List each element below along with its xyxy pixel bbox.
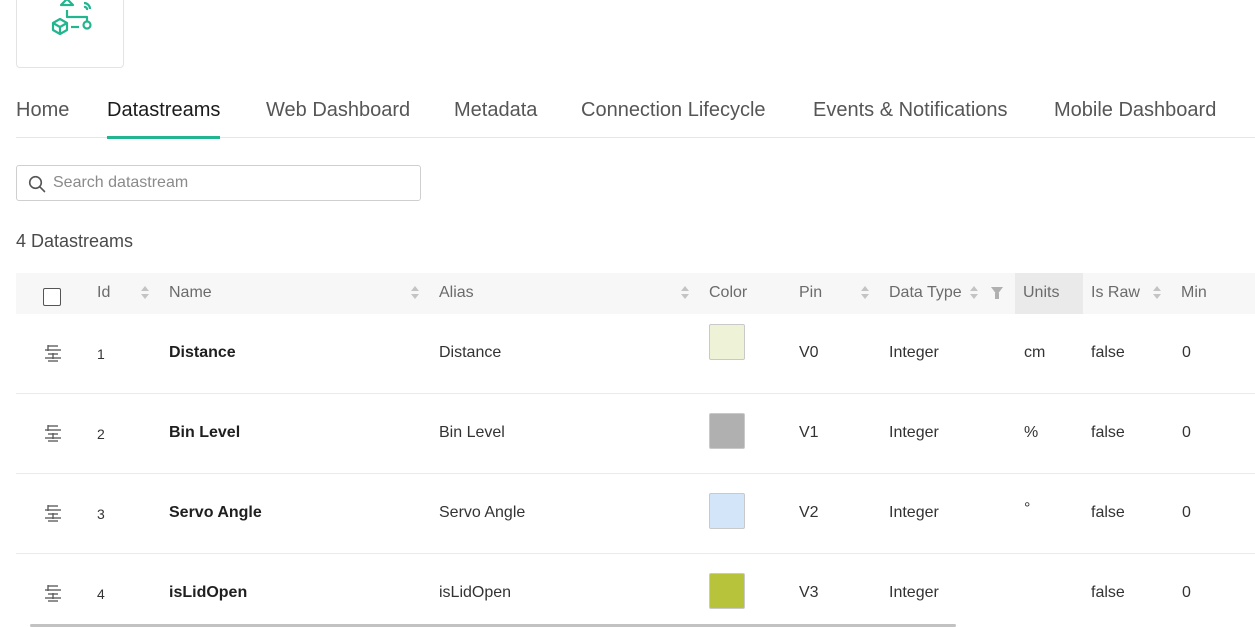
column-header-data-type[interactable]: Data Type	[889, 284, 962, 302]
tab-datastreams[interactable]: Datastreams	[107, 96, 221, 139]
template-logo	[16, 0, 124, 68]
sort-icon[interactable]	[970, 285, 978, 301]
tab-web-dashboard[interactable]: Web Dashboard	[266, 96, 410, 138]
cell-is-raw: false	[1091, 424, 1125, 441]
color-swatch[interactable]	[709, 493, 745, 529]
cell-units: %	[1024, 424, 1039, 441]
tab-mobile-dashboard[interactable]: Mobile Dashboard	[1054, 96, 1216, 138]
cell-pin: V2	[799, 504, 819, 521]
cell-min: 0	[1182, 504, 1191, 521]
cell-data-type: Integer	[889, 424, 939, 441]
cell-id: 1	[97, 346, 105, 362]
cell-name[interactable]: Bin Level	[169, 424, 240, 442]
cell-is-raw: false	[1091, 344, 1125, 361]
cell-min: 0	[1182, 584, 1191, 601]
cell-units: °	[1024, 500, 1031, 517]
sort-icon[interactable]	[861, 285, 869, 301]
drag-handle-icon[interactable]	[44, 344, 62, 362]
tab-home[interactable]: Home	[16, 96, 69, 138]
sort-icon[interactable]	[411, 285, 419, 301]
column-header-min: Min	[1181, 284, 1207, 301]
cell-id: 3	[97, 506, 105, 522]
search-input[interactable]	[53, 168, 413, 198]
drag-handle-icon[interactable]	[44, 424, 62, 442]
cell-data-type: Integer	[889, 584, 939, 601]
cell-id: 4	[97, 586, 105, 602]
column-header-id[interactable]: Id	[97, 284, 110, 302]
sort-icon[interactable]	[681, 285, 689, 301]
select-all-checkbox[interactable]	[43, 288, 61, 306]
cell-is-raw: false	[1091, 504, 1125, 521]
filter-icon[interactable]	[991, 287, 1003, 299]
tab-connection-lifecycle[interactable]: Connection Lifecycle	[581, 96, 766, 138]
sort-icon[interactable]	[1153, 285, 1161, 301]
cell-data-type: Integer	[889, 344, 939, 361]
cell-alias: Distance	[439, 344, 502, 361]
cell-name[interactable]: isLidOpen	[169, 584, 247, 602]
cell-id: 2	[97, 426, 105, 442]
column-header-pin[interactable]: Pin	[799, 284, 822, 302]
datastreams-table: Id Name Alias Color Pin Data Type Units …	[16, 273, 1255, 627]
tab-bar: Home Datastreams Web Dashboard Metadata …	[16, 96, 1255, 139]
color-swatch[interactable]	[709, 573, 745, 609]
table-header: Id Name Alias Color Pin Data Type Units …	[16, 273, 1255, 314]
color-swatch[interactable]	[709, 413, 745, 449]
column-header-color: Color	[709, 284, 748, 301]
search-icon	[28, 175, 46, 193]
cell-min: 0	[1182, 424, 1191, 441]
column-header-units[interactable]: Units	[1015, 273, 1083, 314]
cell-units: cm	[1024, 344, 1046, 361]
column-header-is-raw[interactable]: Is Raw	[1091, 284, 1140, 302]
column-header-alias[interactable]: Alias	[439, 284, 474, 302]
cell-alias: isLidOpen	[439, 584, 512, 601]
cell-alias: Bin Level	[439, 424, 505, 441]
tab-metadata[interactable]: Metadata	[454, 96, 537, 138]
drag-handle-icon[interactable]	[44, 504, 62, 522]
datastream-count: 4 Datastreams	[16, 231, 134, 251]
cell-data-type: Integer	[889, 504, 939, 521]
column-header-name[interactable]: Name	[169, 284, 212, 302]
cell-pin: V1	[799, 424, 819, 441]
tab-events-notifications[interactable]: Events & Notifications	[813, 96, 1008, 138]
table-row[interactable]: 2 Bin Level Bin Level V1 Integer % false…	[16, 394, 1255, 474]
table-row[interactable]: 3 Servo Angle Servo Angle V2 Integer ° f…	[16, 474, 1255, 554]
table-row[interactable]: 4 isLidOpen isLidOpen V3 Integer false 0	[16, 554, 1255, 627]
cell-pin: V3	[799, 584, 819, 601]
cell-alias: Servo Angle	[439, 504, 526, 521]
color-swatch[interactable]	[709, 324, 745, 360]
cell-min: 0	[1182, 344, 1191, 361]
search-box	[16, 165, 421, 201]
cell-name[interactable]: Distance	[169, 344, 236, 362]
table-row[interactable]: 1 Distance Distance V0 Integer cm false …	[16, 314, 1255, 394]
cell-name[interactable]: Servo Angle	[169, 504, 262, 522]
cell-is-raw: false	[1091, 584, 1125, 601]
drag-handle-icon[interactable]	[44, 584, 62, 602]
sort-icon[interactable]	[141, 285, 149, 301]
cell-pin: V0	[799, 344, 819, 361]
template-logo-icon	[51, 0, 92, 36]
